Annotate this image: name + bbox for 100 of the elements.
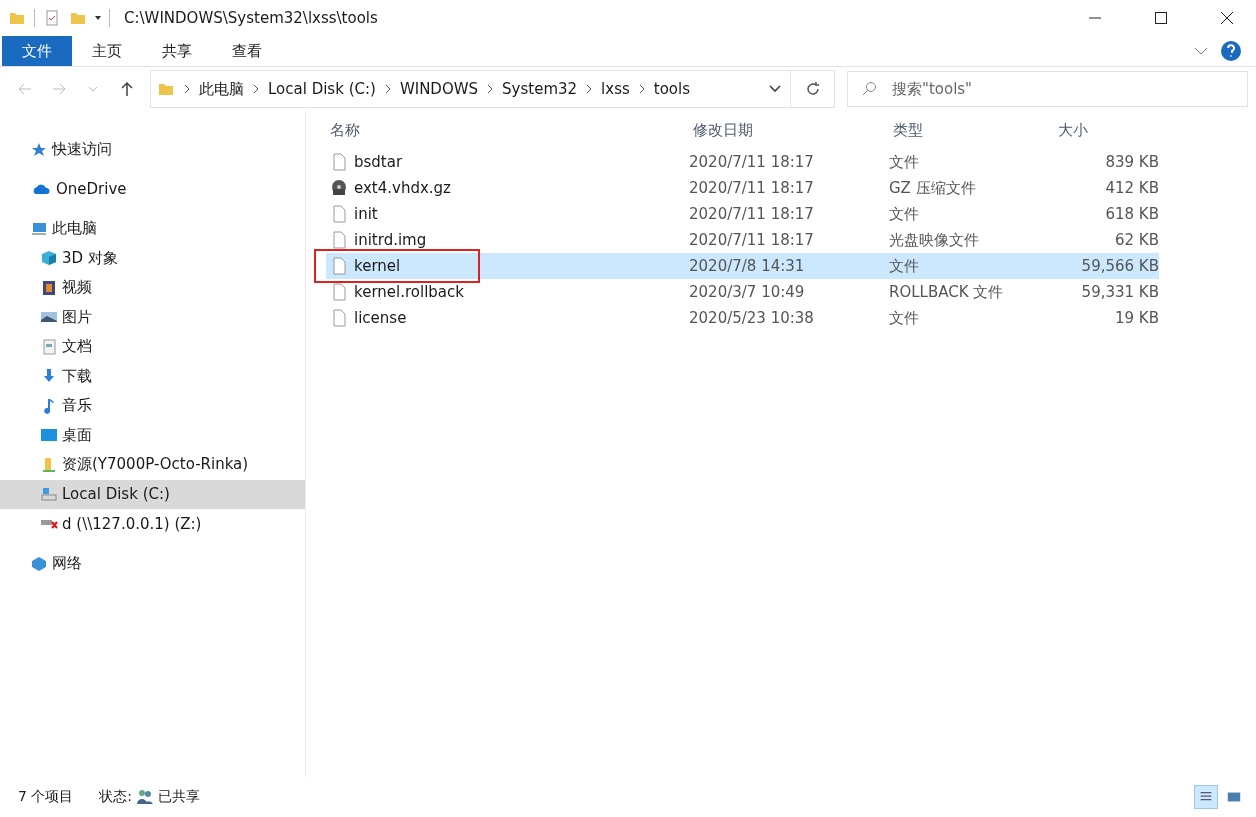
sidebar-item[interactable]: 网络 xyxy=(0,548,305,578)
properties-icon xyxy=(43,9,61,27)
chevron-down-icon xyxy=(88,84,98,94)
file-row[interactable]: kernel.rollback 2020/3/7 10:49 ROLLBACK 文件 59,331 KB xyxy=(326,279,1159,305)
chevron-right-icon xyxy=(383,84,392,94)
column-header[interactable]: 修改日期 xyxy=(689,120,889,140)
help-icon xyxy=(1220,40,1242,62)
disc-archive-icon xyxy=(330,179,348,197)
sidebar-item[interactable]: 视频 xyxy=(0,273,305,303)
sidebar-item[interactable]: Local Disk (C:) xyxy=(0,479,305,509)
sidebar-item[interactable]: 图片 xyxy=(0,302,305,332)
view-toggle[interactable] xyxy=(1194,785,1218,809)
date-cell-text: 2020/5/23 10:38 xyxy=(689,309,815,327)
window-title: C:\WINDOWS\System32\lxss\tools xyxy=(124,9,378,27)
file-name: initrd.img xyxy=(354,231,427,249)
film-icon xyxy=(40,278,58,297)
file-icon xyxy=(330,309,348,327)
column-header[interactable]: 类型 xyxy=(889,120,1054,140)
file-row[interactable]: init 2020/7/11 18:17 文件 618 KB xyxy=(326,201,1159,227)
sidebar-item[interactable]: 资源(Y7000P-Octo-Rinka) xyxy=(0,450,305,480)
size-cell-text: 59,331 KB xyxy=(1080,283,1159,301)
type-cell-text: 文件 xyxy=(889,204,920,224)
size-cell-text: 59,566 KB xyxy=(1080,257,1159,275)
disconnected-drive-icon xyxy=(40,518,58,529)
back-arrow-icon xyxy=(17,81,33,97)
file-row[interactable]: ext4.vhdx.gz 2020/7/11 18:17 GZ 压缩文件 412 KB xyxy=(326,175,1159,201)
sidebar-item[interactable]: 文档 xyxy=(0,332,305,362)
item-count: 7 个项目 xyxy=(18,788,74,806)
type-cell-text: GZ 压缩文件 xyxy=(889,178,977,198)
dropdown-icon xyxy=(95,16,101,20)
size-cell-text: 62 KB xyxy=(1114,231,1159,249)
date-cell-text: 2020/7/11 18:17 xyxy=(689,205,815,223)
ribbon-tab[interactable]: 文件 xyxy=(2,36,72,66)
chevron-right-icon xyxy=(637,84,646,94)
breadcrumb-item[interactable]: Local Disk (C:) xyxy=(268,80,376,98)
type-cell-text: 光盘映像文件 xyxy=(889,230,980,250)
chevron-down-icon xyxy=(768,84,782,94)
date-cell-text: 2020/7/11 18:17 xyxy=(689,153,815,171)
address-bar[interactable]: 此电脑 Local Disk (C:) WINDOWS System32 lxss tools xyxy=(150,70,835,108)
users-icon xyxy=(136,788,155,806)
sidebar-item[interactable]: 桌面 xyxy=(0,420,305,450)
file-row[interactable]: bsdtar 2020/7/11 18:17 文件 839 KB xyxy=(326,149,1159,175)
sidebar-item[interactable]: d (\\127.0.0.1) (Z:) xyxy=(0,509,305,539)
up-arrow-icon xyxy=(119,81,135,97)
date-cell-text: 2020/7/8 14:31 xyxy=(689,257,806,275)
file-name: ext4.vhdx.gz xyxy=(354,179,451,197)
sidebar-item[interactable]: 3D 对象 xyxy=(0,243,305,273)
forward-arrow-icon xyxy=(51,81,67,97)
breadcrumb-item[interactable]: System32 xyxy=(502,80,578,98)
file-icon xyxy=(330,283,348,301)
ribbon-tab[interactable]: 共享 xyxy=(142,36,212,66)
chevron-right-icon xyxy=(183,84,191,94)
sidebar-item[interactable]: 此电脑 xyxy=(0,214,305,244)
type-cell-text: ROLLBACK 文件 xyxy=(889,282,1005,302)
file-icon xyxy=(330,205,348,223)
file-name: license xyxy=(354,309,407,327)
breadcrumb-item[interactable]: 此电脑 xyxy=(199,79,244,99)
breadcrumb-item[interactable]: WINDOWS xyxy=(399,80,479,98)
ribbon-tab[interactable]: 主页 xyxy=(72,36,142,66)
type-cell-text: 文件 xyxy=(889,308,920,328)
file-row[interactable]: kernel 2020/7/8 14:31 文件 59,566 KB xyxy=(326,253,1159,279)
type-cell-text: 文件 xyxy=(889,256,920,276)
file-row[interactable]: initrd.img 2020/7/11 18:17 光盘映像文件 62 KB xyxy=(326,227,1159,253)
sidebar-item[interactable]: OneDrive xyxy=(0,174,305,204)
sidebar-item[interactable]: 下载 xyxy=(0,361,305,391)
drive-icon xyxy=(40,485,58,504)
file-row[interactable]: license 2020/5/23 10:38 文件 19 KB xyxy=(326,305,1159,331)
file-icon xyxy=(330,257,348,275)
sidebar-item[interactable]: 音乐 xyxy=(0,391,305,421)
ribbon-tab[interactable]: 查看 xyxy=(212,36,282,66)
sidebar-item[interactable]: 快速访问 xyxy=(0,135,305,165)
file-name: bsdtar xyxy=(354,153,403,171)
close-icon xyxy=(1220,11,1234,25)
column-header[interactable]: 名称 xyxy=(326,120,689,140)
file-icon xyxy=(330,153,348,171)
breadcrumb-item[interactable]: lxss xyxy=(601,80,630,98)
breadcrumb-item[interactable]: tools xyxy=(653,80,690,98)
cube-icon xyxy=(40,249,58,268)
date-cell-text: 2020/7/11 18:17 xyxy=(689,231,815,249)
size-cell-text: 618 KB xyxy=(1104,205,1159,223)
file-name: kernel.rollback xyxy=(354,283,464,301)
network-icon xyxy=(30,554,48,573)
maximize-icon xyxy=(1154,11,1168,25)
column-header[interactable]: 大小 xyxy=(1054,120,1159,140)
date-cell-text: 2020/3/7 10:49 xyxy=(689,283,806,301)
size-cell-text: 19 KB xyxy=(1114,309,1159,327)
size-cell-text: 412 KB xyxy=(1104,179,1159,197)
status-label: 状态: xyxy=(99,788,133,806)
size-cell-text: 839 KB xyxy=(1104,153,1159,171)
file-name: kernel xyxy=(354,257,401,275)
chevron-right-icon xyxy=(585,84,594,94)
type-cell-text: 文件 xyxy=(889,152,920,172)
search-icon xyxy=(861,81,877,97)
chevron-right-icon xyxy=(486,84,495,94)
file-name: init xyxy=(354,205,378,223)
search-field[interactable]: 搜索"tools" xyxy=(847,71,1248,107)
date-cell-text: 2020/7/11 18:17 xyxy=(689,179,815,197)
file-icon xyxy=(330,231,348,249)
document-icon xyxy=(40,337,58,356)
refresh-icon xyxy=(804,81,821,97)
